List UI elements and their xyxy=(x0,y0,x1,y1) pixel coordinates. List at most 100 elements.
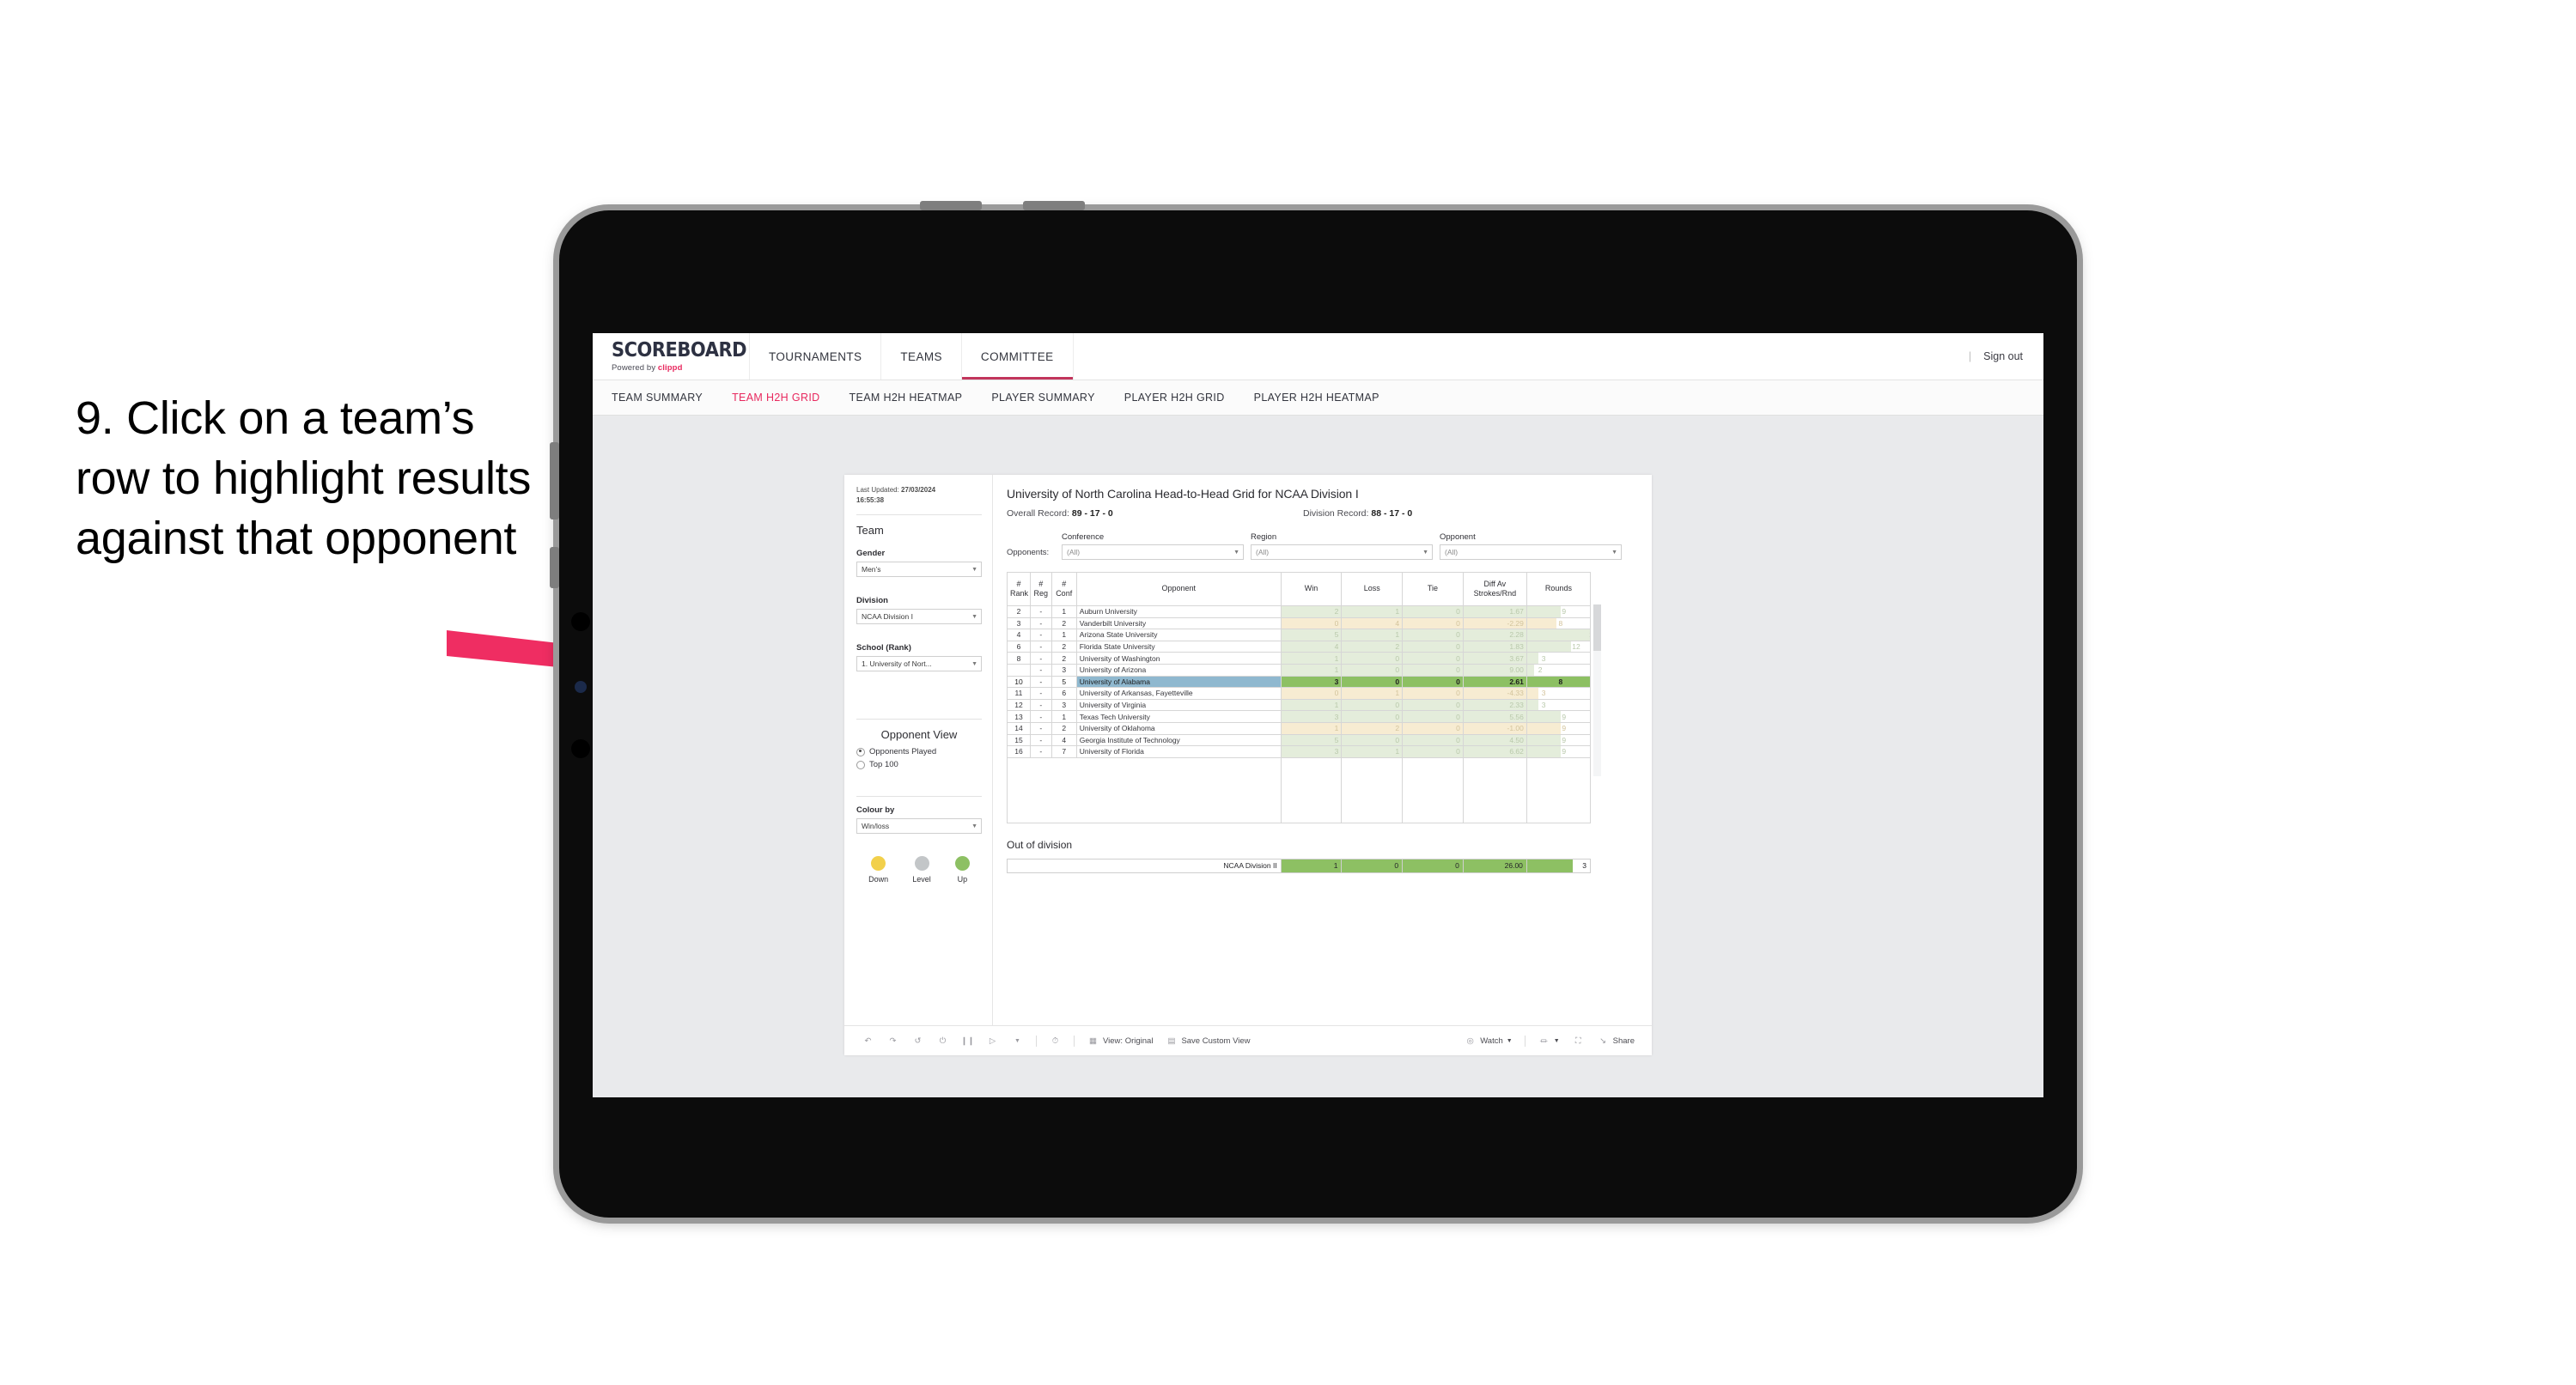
topnav-item-committee[interactable]: COMMITTEE xyxy=(961,333,1074,380)
revert-icon[interactable]: ↺ xyxy=(911,1035,924,1048)
cell-diff: 3.67 xyxy=(1462,652,1527,665)
download-button[interactable]: ⏛ ▼ xyxy=(1538,1035,1559,1048)
cell-win: 2 xyxy=(1280,605,1343,618)
sidebar-team-heading: Team xyxy=(856,524,884,538)
rounds-bar xyxy=(1527,665,1535,676)
col-header-reg-l2: Reg xyxy=(1033,589,1049,598)
page-root: 9. Click on a team’s row to highlight re… xyxy=(0,0,2576,1385)
pause-refresh-icon[interactable]: ❙❙ xyxy=(961,1035,975,1048)
topnav-item-teams[interactable]: TEAMS xyxy=(881,333,962,380)
subnav-item-team-summary[interactable]: TEAM SUMMARY xyxy=(612,392,703,404)
visualization-body: Last Updated: 27/03/2024 16:55:38 Team G… xyxy=(844,475,1652,1025)
device-camera-icon xyxy=(575,681,587,693)
app-logo[interactable]: SCOREBOARD Powered by clippd xyxy=(593,333,750,380)
table-row[interactable]: 13-1 Texas Tech University 3 0 0 5.56 9 xyxy=(1007,710,1592,723)
cell-reg: - xyxy=(1029,629,1052,641)
ood-tie-cell: 0 xyxy=(1402,858,1464,873)
table-row[interactable]: 2-1 Auburn University 2 1 0 1.67 9 xyxy=(1007,605,1592,618)
ood-loss-cell: 0 xyxy=(1341,858,1404,873)
legend-item-up: Up xyxy=(954,856,970,884)
chevron-down-icon[interactable]: ▼ xyxy=(1011,1035,1024,1048)
topnav-item-tournaments[interactable]: TOURNAMENTS xyxy=(750,333,882,380)
radio-top-100[interactable]: Top 100 xyxy=(856,760,982,769)
cell-conf: 3 xyxy=(1050,698,1077,712)
rounds-value: 8 xyxy=(1558,677,1563,686)
cell-conf: 2 xyxy=(1050,617,1077,630)
cell-loss: 0 xyxy=(1341,675,1404,689)
colour-by-select[interactable]: Win/loss ▼ xyxy=(856,818,982,835)
subnav-item-team-h2h-heatmap[interactable]: TEAM H2H HEATMAP xyxy=(850,392,963,404)
cell-diff: 4.50 xyxy=(1462,733,1527,747)
grid-scrollbar-thumb[interactable] xyxy=(1593,604,1601,651)
table-row[interactable]: 6-2 Florida State University 4 2 0 1.83 12 xyxy=(1007,640,1592,653)
col-header-rounds[interactable]: Rounds xyxy=(1526,572,1592,606)
colour-by-label: Colour by xyxy=(856,805,895,816)
grid-scrollbar[interactable] xyxy=(1593,604,1601,776)
table-row[interactable]: 12-3 University of Virginia 1 0 0 2.33 3 xyxy=(1007,698,1592,712)
cell-loss: 1 xyxy=(1341,605,1404,618)
last-updated-time: 16:55:38 xyxy=(856,495,885,504)
col-header-loss[interactable]: Loss xyxy=(1341,572,1404,606)
subnav-item-team-h2h-grid[interactable]: TEAM H2H GRID xyxy=(732,392,819,404)
col-header-tie[interactable]: Tie xyxy=(1402,572,1464,606)
cell-opponent: University of Alabama xyxy=(1075,675,1282,689)
undo-icon[interactable]: ↶ xyxy=(862,1035,874,1048)
table-row[interactable]: 8-2 University of Washington 1 0 0 3.67 3 xyxy=(1007,652,1592,665)
subnav-item-player-h2h-heatmap[interactable]: PLAYER H2H HEATMAP xyxy=(1254,392,1379,404)
table-row[interactable]: 11-6 University of Arkansas, Fayetteville… xyxy=(1007,687,1592,700)
rounds-bar xyxy=(1527,653,1538,664)
sign-out-link[interactable]: Sign out xyxy=(1983,350,2023,362)
opponents-filter-label: Opponents: xyxy=(1007,548,1050,557)
out-of-division-row[interactable]: NCAA Division II 1 0 0 26.00 3 xyxy=(1007,858,1592,873)
save-custom-view-button[interactable]: ▤ Save Custom View xyxy=(1165,1035,1250,1048)
col-header-opponent[interactable]: Opponent xyxy=(1075,572,1282,606)
table-row[interactable]: 15-4 Georgia Institute of Technology 5 0 0 4.… xyxy=(1007,733,1592,747)
ood-win-cell: 1 xyxy=(1280,858,1343,873)
share-button[interactable]: ↘ Share xyxy=(1597,1035,1635,1048)
col-header-reg[interactable]: # Reg xyxy=(1029,572,1052,606)
col-header-conf[interactable]: # Conf xyxy=(1050,572,1077,606)
gender-select[interactable]: Men’s ▼ xyxy=(856,562,982,578)
redo-icon[interactable]: ↷ xyxy=(886,1035,899,1048)
school-select[interactable]: 1. University of Nort... ▼ xyxy=(856,656,982,672)
subnav-item-player-summary[interactable]: PLAYER SUMMARY xyxy=(991,392,1094,404)
cell-diff: 1.67 xyxy=(1462,605,1527,618)
table-row[interactable]: 4-1Arizona State University5102.2817 xyxy=(1007,629,1592,641)
cell-conf: 7 xyxy=(1050,745,1077,758)
cell-opponent: Texas Tech University xyxy=(1075,710,1282,723)
refresh-data-icon[interactable]: ⏻ xyxy=(936,1035,949,1048)
highlight-icon[interactable]: ▷ xyxy=(986,1035,999,1048)
table-row[interactable]: -3 University of Arizona 1 0 0 9.00 2 xyxy=(1007,663,1592,677)
logo-tagline-prefix: Powered by xyxy=(612,362,658,373)
col-header-win[interactable]: Win xyxy=(1280,572,1343,606)
filter-opponent-select[interactable]: (All) ▼ xyxy=(1440,544,1622,560)
rounds-bar xyxy=(1527,700,1538,710)
filter-region-select[interactable]: (All) ▼ xyxy=(1251,544,1433,560)
cell-rank: 16 xyxy=(1007,745,1031,758)
clock-history-icon[interactable]: ⏱ xyxy=(1049,1035,1062,1048)
cell-conf: 6 xyxy=(1050,687,1077,700)
table-row[interactable]: 14-2 University of Oklahoma 1 2 0 -1.00 9 xyxy=(1007,721,1592,735)
grid-blank-rounds xyxy=(1526,756,1592,823)
chevron-down-icon: ▼ xyxy=(1506,1037,1513,1044)
cell-opponent: University of Virginia xyxy=(1075,698,1282,712)
radio-opponents-played[interactable]: Opponents Played xyxy=(856,747,982,756)
watch-button[interactable]: ◎ Watch ▼ xyxy=(1464,1035,1513,1048)
table-row[interactable]: 3-2 Vanderbilt University 0 4 0 -2.29 8 xyxy=(1007,617,1592,630)
rounds-bar xyxy=(1527,641,1572,652)
subnav-item-player-h2h-grid[interactable]: PLAYER H2H GRID xyxy=(1124,392,1225,404)
share-label: Share xyxy=(1612,1036,1635,1046)
device-button-top-1 xyxy=(920,201,982,210)
division-select[interactable]: NCAA Division I ▼ xyxy=(856,609,982,625)
filter-conference: Conference (All) ▼ xyxy=(1062,532,1244,560)
table-row[interactable]: 10-5 University of Alabama 3 0 0 2.61 8 xyxy=(1007,675,1592,689)
ood-label-cell: NCAA Division II xyxy=(1007,858,1282,873)
cell-opponent: Arizona State University xyxy=(1075,629,1282,641)
col-header-rank[interactable]: # Rank xyxy=(1007,572,1031,606)
table-row[interactable]: 16-7 University of Florida 3 1 0 6.62 9 xyxy=(1007,745,1592,758)
filter-conference-select[interactable]: (All) ▼ xyxy=(1062,544,1244,560)
view-original-button[interactable]: ▦ View: Original xyxy=(1087,1035,1153,1048)
fullscreen-icon[interactable]: ⛶ xyxy=(1572,1035,1585,1048)
col-header-diff[interactable]: Diff Av Strokes/Rnd xyxy=(1462,572,1527,606)
